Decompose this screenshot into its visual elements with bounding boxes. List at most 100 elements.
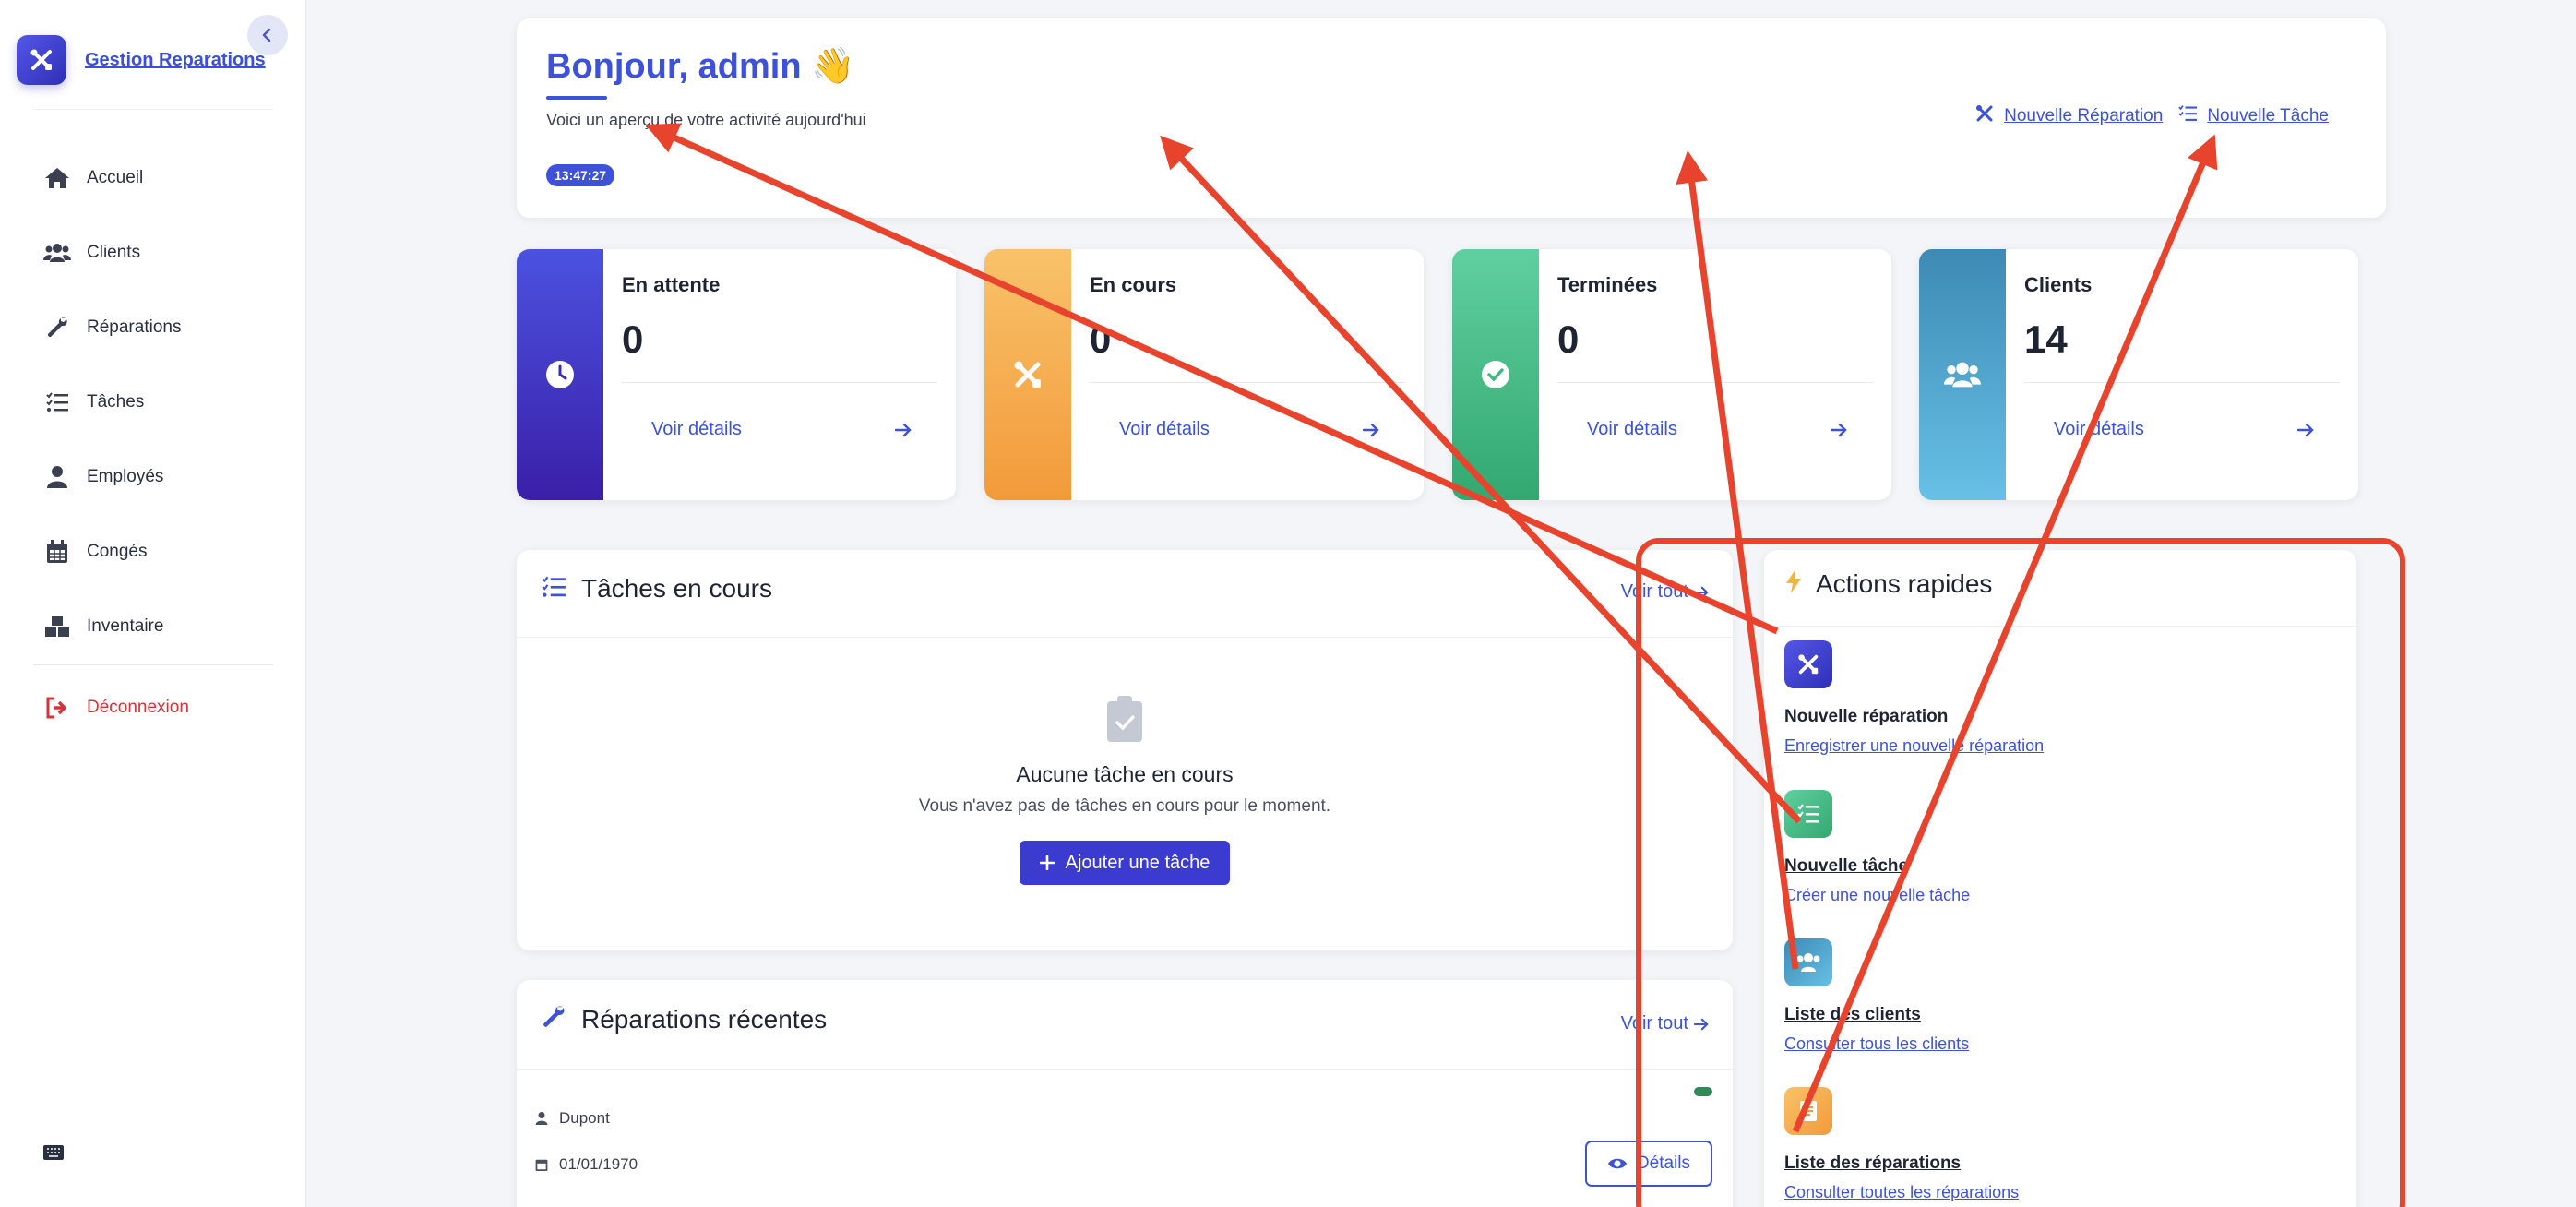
arrow-right-icon xyxy=(2296,423,2314,442)
quick-action-client-list[interactable]: Liste des clients Consulter tous les cli… xyxy=(1784,938,1969,1054)
sidebar-item-label: Tâches xyxy=(87,391,145,412)
stat-value: 0 xyxy=(1090,317,1112,361)
sidebar-item-inventaire[interactable]: Inventaire xyxy=(0,589,306,663)
quick-action-desc[interactable]: Créer une nouvelle tâche xyxy=(1784,886,1970,905)
sidebar-item-conges[interactable]: Congés xyxy=(0,514,306,589)
see-details-link[interactable]: Voir détails xyxy=(1587,419,1677,440)
users-icon xyxy=(42,238,72,268)
quick-action-desc[interactable]: Consulter tous les clients xyxy=(1784,1034,1969,1054)
clipboard-check-icon xyxy=(517,696,1733,744)
stat-card-clients[interactable]: Clients 14 Voir détails xyxy=(1919,249,2358,500)
section-header: Tâches en cours xyxy=(541,574,772,604)
see-all-label: Voir tout xyxy=(1620,581,1688,602)
stat-value: 0 xyxy=(622,317,644,361)
status-badge xyxy=(1694,1087,1712,1096)
divider xyxy=(33,109,273,110)
repair-client: Dupont xyxy=(559,1109,610,1127)
check-circle-icon xyxy=(1482,361,1509,388)
stat-band xyxy=(1919,249,2006,500)
brand-name[interactable]: Gestion Reparations xyxy=(85,50,266,71)
stat-card-terminees[interactable]: Terminées 0 Voir détails xyxy=(1452,249,1891,500)
repair-date-row: 01/01/1970 xyxy=(535,1155,638,1174)
quick-action-repair-list[interactable]: Liste des réparations Consulter toutes l… xyxy=(1784,1087,2019,1202)
keyboard-icon[interactable] xyxy=(42,1144,65,1165)
quick-action-title[interactable]: Nouvelle réparation xyxy=(1784,707,2044,727)
users-icon xyxy=(1944,362,1981,388)
title-underline xyxy=(546,96,607,100)
sidebar-item-taches[interactable]: Tâches xyxy=(0,364,306,439)
quick-action-title[interactable]: Nouvelle tâche xyxy=(1784,856,1970,877)
divider xyxy=(517,637,1733,638)
empty-title: Aucune tâche en cours xyxy=(1016,762,1234,786)
stat-card-en-attente[interactable]: En attente 0 Voir détails xyxy=(517,249,956,500)
home-icon xyxy=(42,163,72,193)
see-details-link[interactable]: Voir détails xyxy=(651,419,742,440)
sidebar-item-reparations[interactable]: Réparations xyxy=(0,290,306,364)
quick-action-desc[interactable]: Enregistrer une nouvelle réparation xyxy=(1784,736,2044,756)
brand[interactable]: Gestion Reparations xyxy=(17,35,266,85)
arrow-right-icon xyxy=(1362,423,1379,442)
divider xyxy=(1090,382,1405,383)
divider xyxy=(1557,382,1873,383)
quick-action-new-task[interactable]: Nouvelle tâche Créer une nouvelle tâche xyxy=(1784,790,1970,905)
see-details-link[interactable]: Voir détails xyxy=(2054,419,2144,440)
wrench-icon xyxy=(42,313,72,342)
divider xyxy=(622,382,937,383)
add-task-label: Ajouter une tâche xyxy=(1065,852,1210,873)
add-task-button[interactable]: Ajouter une tâche xyxy=(1019,841,1231,885)
plus-icon xyxy=(1039,855,1055,870)
stat-card-en-cours[interactable]: En cours 0 Voir détails xyxy=(984,249,1424,500)
page-subtitle: Voici un aperçu de votre activité aujour… xyxy=(546,111,866,129)
new-repair-link[interactable]: Nouvelle Réparation xyxy=(2004,106,2163,126)
tasks-icon xyxy=(42,388,72,417)
logout-button[interactable]: Déconnexion xyxy=(0,670,189,745)
sidebar-item-label: Inventaire xyxy=(87,615,164,636)
empty-text: Vous n'avez pas de tâches en cours pour … xyxy=(918,796,1331,816)
sidebar-item-accueil[interactable]: Accueil xyxy=(0,140,306,215)
details-label: Détails xyxy=(1636,1153,1690,1173)
section-title: Tâches en cours xyxy=(581,574,772,603)
tasks-see-all-link[interactable]: Voir tout xyxy=(1621,581,1709,603)
quick-action-title[interactable]: Liste des réparations xyxy=(1784,1153,2019,1174)
see-all-label: Voir tout xyxy=(1620,1013,1688,1034)
quick-action-desc[interactable]: Consulter toutes les réparations xyxy=(1784,1183,2019,1202)
calendar-icon xyxy=(42,537,72,567)
repair-details-button[interactable]: Détails xyxy=(1584,1141,1712,1187)
new-task-link[interactable]: Nouvelle Tâche xyxy=(2207,106,2329,126)
divider xyxy=(33,664,273,665)
tasks-in-progress-panel: Tâches en cours Voir tout Aucune tâche e… xyxy=(517,550,1733,950)
stat-value: 0 xyxy=(1557,317,1580,361)
arrow-right-icon xyxy=(1694,1018,1709,1030)
section-header: Actions rapides xyxy=(1784,568,1992,599)
see-details-link[interactable]: Voir détails xyxy=(1119,419,1210,440)
repairs-see-all-link[interactable]: Voir tout xyxy=(1621,1013,1709,1034)
stat-title: En cours xyxy=(1090,273,1177,296)
divider xyxy=(517,1069,1733,1070)
arrow-right-icon xyxy=(894,423,912,442)
tasks-icon xyxy=(541,575,566,604)
stat-band xyxy=(517,249,603,500)
stat-band xyxy=(1452,249,1539,500)
lightning-icon xyxy=(1784,568,1803,599)
users-icon xyxy=(1784,938,1832,986)
quick-actions-panel: Actions rapides Nouvelle réparation Enre… xyxy=(1764,550,2356,1207)
arrow-right-icon xyxy=(1694,586,1709,598)
tools-logo-icon xyxy=(17,35,66,85)
divider xyxy=(1764,626,2356,627)
user-icon xyxy=(42,462,72,492)
clock-icon xyxy=(546,361,574,388)
quick-action-new-repair[interactable]: Nouvelle réparation Enregistrer une nouv… xyxy=(1784,640,2044,756)
section-header: Réparations récentes xyxy=(541,1004,827,1034)
arrow-right-icon xyxy=(1830,423,1847,442)
sidebar-item-employes[interactable]: Employés xyxy=(0,439,306,514)
section-title: Actions rapides xyxy=(1816,568,1993,598)
sidebar-item-label: Congés xyxy=(87,541,148,561)
calendar-icon xyxy=(535,1159,548,1171)
sidebar-item-label: Employés xyxy=(87,466,164,486)
stat-title: Clients xyxy=(2024,273,2093,296)
sidebar-item-label: Clients xyxy=(87,242,141,262)
quick-action-title[interactable]: Liste des clients xyxy=(1784,1005,1969,1025)
user-icon xyxy=(535,1112,548,1125)
sidebar-item-clients[interactable]: Clients xyxy=(0,215,306,290)
repair-date: 01/01/1970 xyxy=(559,1155,638,1173)
